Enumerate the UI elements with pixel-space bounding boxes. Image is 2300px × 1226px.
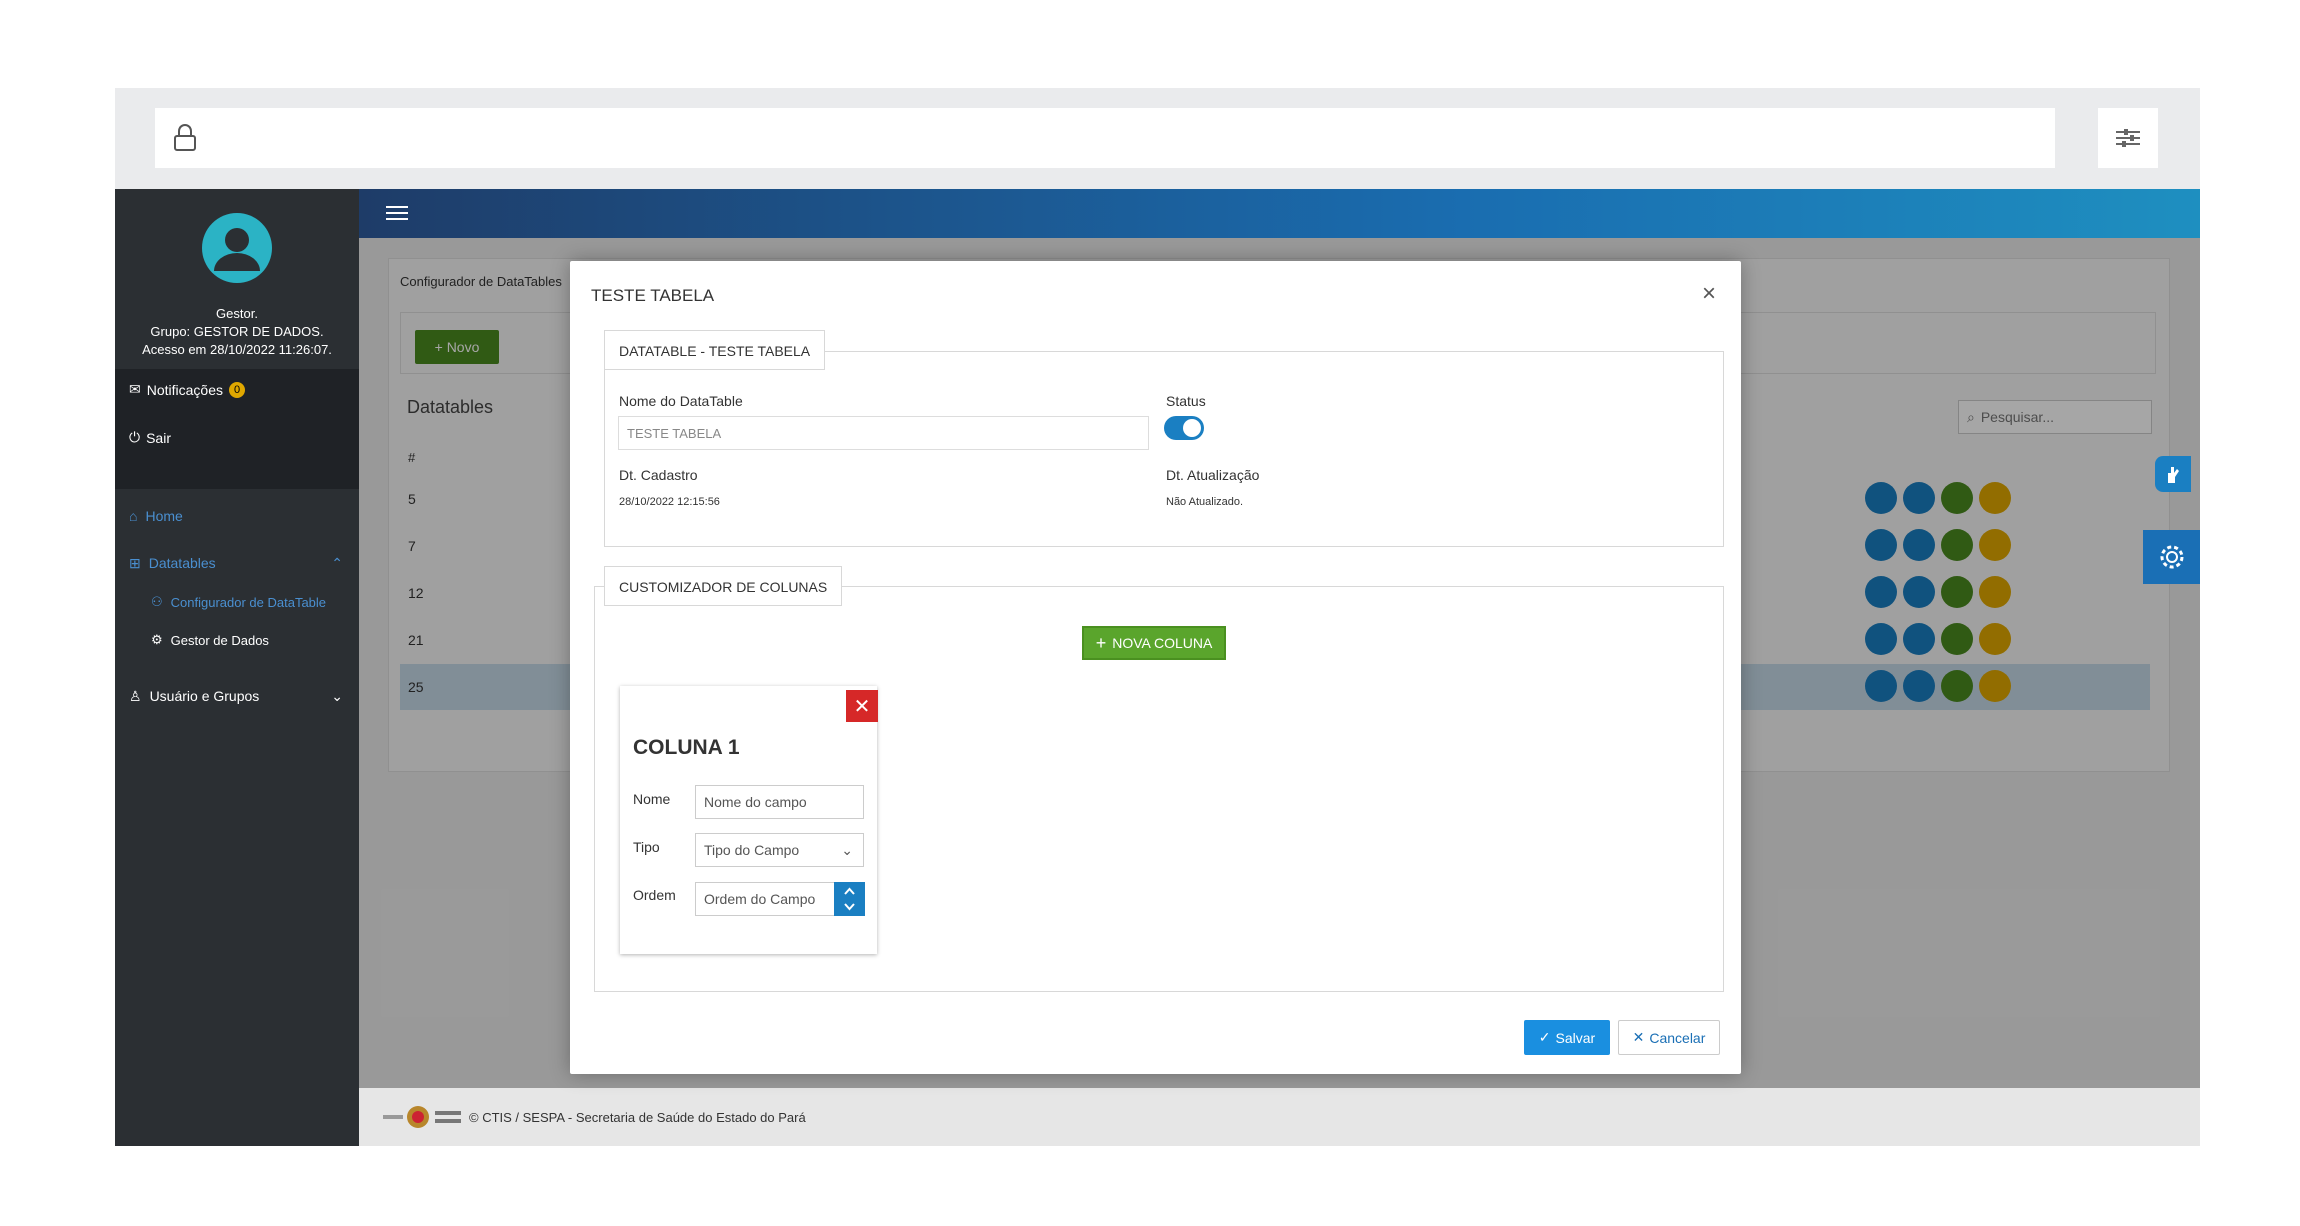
atualizacao-label: Dt. Atualização [1166, 467, 1260, 483]
chevron-up-icon: ⌃ [331, 554, 343, 571]
column-nome-placeholder: Nome do campo [704, 794, 807, 810]
user-icon: ♙ [129, 687, 142, 704]
menu-item-configurador[interactable]: ⚇ Configurador de DataTable [115, 586, 359, 618]
menu-label: Usuário e Grupos [149, 688, 260, 704]
column-nome-input[interactable]: Nome do campo [695, 785, 864, 819]
column-nome-label: Nome [633, 791, 671, 807]
column-tipo-value: Tipo do Campo [704, 842, 800, 858]
settings-sliders-icon[interactable] [2098, 108, 2158, 168]
cancelar-button[interactable]: ✕ Cancelar [1618, 1020, 1720, 1055]
logout-link[interactable]: ⏻ Sair [129, 429, 171, 446]
cancelar-label: Cancelar [1649, 1029, 1706, 1046]
gear-icon: ⚙ [151, 632, 163, 647]
cadastro-value: 28/10/2022 12:15:56 [619, 496, 720, 508]
footer-text: © CTIS / SESPA - Secretaria de Saúde do … [469, 1110, 806, 1125]
settings-gear-icon[interactable] [2143, 530, 2200, 584]
close-icon[interactable]: × [1696, 281, 1722, 307]
column-title: COLUNA 1 [633, 736, 740, 759]
menu-label: Configurador de DataTable [170, 594, 327, 610]
colunas-legend: CUSTOMIZADOR DE COLUNAS [604, 566, 843, 606]
footer: © CTIS / SESPA - Secretaria de Saúde do … [359, 1088, 2200, 1146]
menu-item-home[interactable]: ⌂ Home [115, 500, 359, 532]
menu-label: Gestor de Dados [170, 632, 269, 648]
close-icon: ✕ [1632, 1029, 1645, 1045]
users-icon: ⚇ [151, 594, 163, 609]
menu-item-datatables[interactable]: ⊞ Datatables ⌃ [115, 547, 359, 579]
avatar [202, 213, 272, 283]
nome-label: Nome do DataTable [619, 393, 743, 409]
check-icon: ✓ [1538, 1029, 1551, 1045]
sidebar: Gestor. Grupo: GESTOR DE DADOS. Acesso e… [115, 189, 359, 1146]
menu-label: Home [145, 508, 183, 524]
user-name: Gestor. [216, 306, 258, 321]
notifications-label: Notificações [146, 381, 223, 398]
plus-icon: + [1095, 632, 1107, 653]
ordem-spinner[interactable] [834, 882, 865, 916]
datatable-legend: DATATABLE - TESTE TABELA [604, 330, 826, 370]
column-ordem-label: Ordem [633, 887, 676, 903]
power-icon: ⏻ [129, 429, 141, 445]
home-icon: ⌂ [129, 508, 138, 524]
nova-coluna-button[interactable]: + NOVA COLUNA [1082, 626, 1226, 660]
column-ordem-placeholder: Ordem do Campo [704, 891, 816, 907]
address-bar[interactable] [155, 108, 2055, 168]
atualizacao-value: Não Atualizado. [1166, 496, 1244, 508]
salvar-button[interactable]: ✓ Salvar [1524, 1020, 1610, 1055]
cadastro-label: Dt. Cadastro [619, 467, 698, 483]
chevron-down-icon: ⌄ [331, 687, 343, 704]
status-label: Status [1166, 393, 1206, 409]
accessibility-hand-icon[interactable] [2155, 456, 2191, 492]
menu-label: Datatables [148, 555, 216, 571]
nome-datatable-input[interactable]: TESTE TABELA [618, 416, 1149, 450]
sespa-logo [383, 1102, 463, 1132]
nova-coluna-label: NOVA COLUNA [1112, 635, 1213, 651]
logout-label: Sair [146, 429, 171, 446]
hamburger-icon[interactable] [386, 203, 408, 223]
user-actions: ✉ Notificações 0 ⏻ Sair [115, 369, 359, 489]
table-icon: ⊞ [129, 554, 141, 571]
salvar-label: Salvar [1555, 1029, 1596, 1046]
user-access: Acesso em 28/10/2022 11:26:07. [142, 342, 332, 357]
modal-title: TESTE TABELA [591, 286, 715, 305]
column-tipo-select[interactable]: Tipo do Campo ⌄ [695, 833, 864, 867]
lock-icon [165, 118, 205, 158]
menu-item-gestor[interactable]: ⚙ Gestor de Dados [115, 624, 359, 656]
notifications-badge: 0 [229, 381, 245, 398]
nome-value: TESTE TABELA [627, 425, 722, 441]
status-toggle[interactable] [1164, 416, 1204, 440]
toggle-knob [1183, 419, 1201, 437]
user-group: Grupo: GESTOR DE DADOS. [150, 324, 324, 339]
notifications-link[interactable]: ✉ Notificações 0 [129, 381, 245, 398]
column-tipo-label: Tipo [633, 839, 660, 855]
chevron-down-icon: ⌄ [841, 841, 853, 858]
menu-item-usuarios[interactable]: ♙ Usuário e Grupos ⌄ [115, 680, 359, 712]
remove-column-icon[interactable]: ✕ [846, 690, 878, 722]
envelope-icon: ✉ [129, 381, 141, 397]
top-navbar [359, 189, 2200, 238]
